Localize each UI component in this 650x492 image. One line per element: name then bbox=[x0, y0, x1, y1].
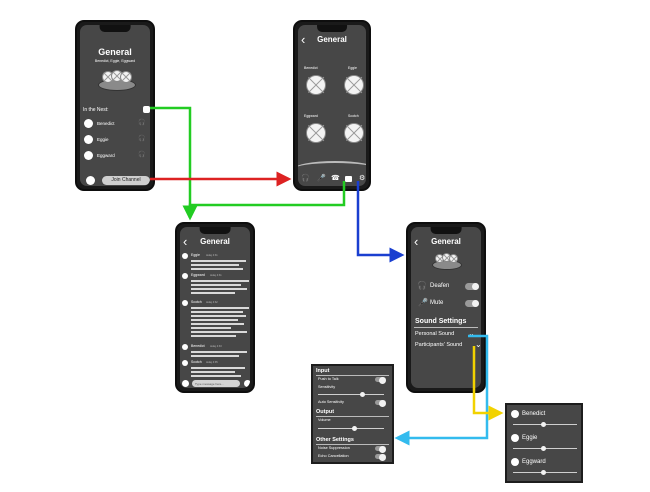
flow-arrows bbox=[150, 106, 504, 446]
arrow-settings bbox=[356, 181, 405, 263]
arrow-chat-to-messages bbox=[150, 106, 198, 221]
arrow-call-chat-to-messages bbox=[188, 181, 346, 218]
